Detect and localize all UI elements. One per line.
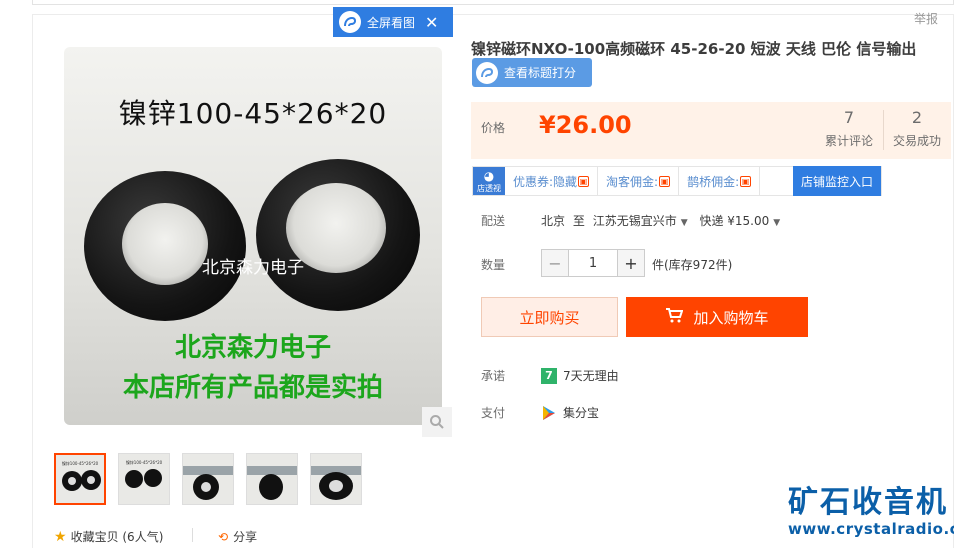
reviews-label: 累计评论: [824, 134, 873, 148]
coupon-item[interactable]: 优惠券:隐藏 ▣: [505, 167, 599, 195]
jifenbao-icon: [543, 405, 555, 420]
check-title-label: 查看标题打分: [504, 66, 577, 80]
check-title-score-button[interactable]: 查看标题打分: [472, 58, 592, 87]
watermark-logo: 矿石收音机: [788, 485, 948, 520]
thumbnail-2[interactable]: 镍锌100-45*26*20: [118, 453, 170, 505]
image-green-line1: 北京森力电子: [174, 333, 331, 363]
product-title: 镍锌磁环NXO-100高频磁环 45-26-20 短波 天线 巴伦 信号输出: [471, 40, 917, 58]
sales-count: 2: [911, 108, 923, 127]
payment-text: 集分宝: [563, 406, 600, 420]
image-green-line2: 本店所有产品都是实拍: [122, 373, 383, 403]
quantity-label: 数量: [481, 258, 506, 272]
shop-insight-logo-label: 店透视: [477, 183, 501, 193]
sales-stat: 2 交易成功: [889, 108, 945, 149]
share-icon: ⟲: [218, 529, 229, 544]
thumbnail-3[interactable]: [182, 453, 234, 505]
squirrel-icon: [476, 61, 498, 84]
shipping-info: 北京 至 江苏无锡宜兴市 ▼ 快递 ¥15.00 ▼: [541, 212, 788, 229]
queqiao-commission-item[interactable]: 鹊桥佣金: ▣: [679, 167, 761, 195]
favorite-label: 收藏宝贝 (6人气): [70, 530, 164, 544]
cart-icon: [665, 307, 684, 327]
price-panel: 价格 ¥26.00 7 累计评论 2 交易成功: [471, 102, 951, 159]
image-title-text: 镍锌100-45*26*20: [118, 97, 388, 130]
add-to-cart-label: 加入购物车: [693, 308, 769, 327]
queqiao-label: 鹊桥佣金:: [687, 174, 740, 189]
thumbnail-4[interactable]: [246, 453, 298, 505]
image-watermark: 北京森力电子: [202, 258, 304, 278]
left-ring-core: [84, 171, 246, 321]
reviews-stat[interactable]: 7 累计评论: [821, 108, 877, 149]
zoom-icon[interactable]: [422, 407, 452, 437]
increase-button[interactable]: +: [617, 249, 645, 277]
top-border: [32, 0, 954, 5]
right-ring-core: [256, 159, 420, 311]
favorite-button[interactable]: ★ 收藏宝贝 (6人气): [54, 528, 163, 545]
share-button[interactable]: ⟲ 分享: [218, 528, 257, 545]
main-product-image[interactable]: 镍锌100-45*26*20 北京森力电子 北京森力电子 本店所有产品都是实拍: [64, 47, 442, 425]
buy-now-button[interactable]: 立即购买: [481, 297, 618, 337]
shop-insight-logo: ◕ 店透视: [473, 167, 505, 195]
decrease-button[interactable]: −: [541, 249, 569, 277]
lock-icon: ▣: [659, 175, 671, 187]
ship-method-select[interactable]: 快递 ¥15.00 ▼: [699, 214, 788, 228]
payment-info[interactable]: 集分宝: [541, 404, 599, 421]
taoke-label: 淘客佣金:: [606, 174, 659, 189]
ship-from: 北京: [541, 214, 566, 228]
quantity-stepper: − 1 +: [541, 249, 645, 277]
thumbnail-strip: 镍锌100-45*26*20 镍锌100-45*26*20: [54, 453, 362, 505]
site-watermark: 矿石收音机 www.crystalradio.cn: [788, 485, 954, 539]
squirrel-icon: [339, 11, 361, 33]
promise-info[interactable]: 7 7天无理由: [541, 367, 619, 384]
caret-down-icon: ▼: [680, 218, 688, 228]
ship-to-word: 至: [572, 214, 585, 228]
quantity-input[interactable]: 1: [569, 249, 617, 277]
star-icon: ★: [54, 528, 67, 545]
thumbnail-5[interactable]: [310, 453, 362, 505]
promise-label: 承诺: [481, 369, 506, 383]
sales-label: 交易成功: [892, 134, 941, 148]
close-icon[interactable]: ✕: [425, 13, 438, 32]
lock-icon: ▣: [740, 175, 752, 187]
taoke-commission-item[interactable]: 淘客佣金: ▣: [598, 167, 680, 195]
promise-text: 7天无理由: [563, 369, 619, 383]
thumbnail-1[interactable]: 镍锌100-45*26*20: [54, 453, 106, 505]
payment-label: 支付: [481, 406, 506, 420]
divider: [192, 528, 193, 542]
report-link[interactable]: 举报: [914, 10, 938, 27]
fullscreen-label: 全屏看图: [367, 15, 416, 30]
ship-destination: 江苏无锡宜兴市: [592, 214, 677, 228]
shop-insight-bar: ◕ 店透视 优惠券:隐藏 ▣ 淘客佣金: ▣ 鹊桥佣金: ▣ 店铺监控入口: [472, 166, 882, 196]
price-label: 价格: [481, 121, 506, 135]
thumbnail-caption: 镍锌100-45*26*20: [61, 461, 99, 466]
lock-icon: ▣: [578, 175, 590, 187]
seven-day-icon: 7: [541, 367, 557, 384]
ship-destination-select[interactable]: 江苏无锡宜兴市 ▼: [593, 214, 696, 228]
shipping-label: 配送: [481, 214, 506, 228]
fullscreen-view-button[interactable]: 全屏看图 ✕: [333, 7, 453, 37]
stock-info: 件(库存972件): [652, 258, 733, 272]
reviews-count: 7: [843, 108, 855, 127]
shop-monitor-button[interactable]: 店铺监控入口: [792, 166, 881, 196]
caret-down-icon: ▼: [773, 218, 781, 228]
watermark-url: www.crystalradio.cn: [788, 520, 954, 538]
add-to-cart-button[interactable]: 加入购物车: [626, 297, 808, 337]
thumbnail-caption: 镍锌100-45*26*20: [125, 460, 163, 465]
price-value: ¥26.00: [539, 111, 632, 139]
stat-divider: [883, 110, 884, 150]
squirrel-icon: ◕: [483, 168, 495, 183]
coupon-label: 优惠券:隐藏: [513, 174, 578, 189]
share-label: 分享: [233, 530, 258, 544]
ship-method: 快递 ¥15.00: [699, 214, 770, 228]
